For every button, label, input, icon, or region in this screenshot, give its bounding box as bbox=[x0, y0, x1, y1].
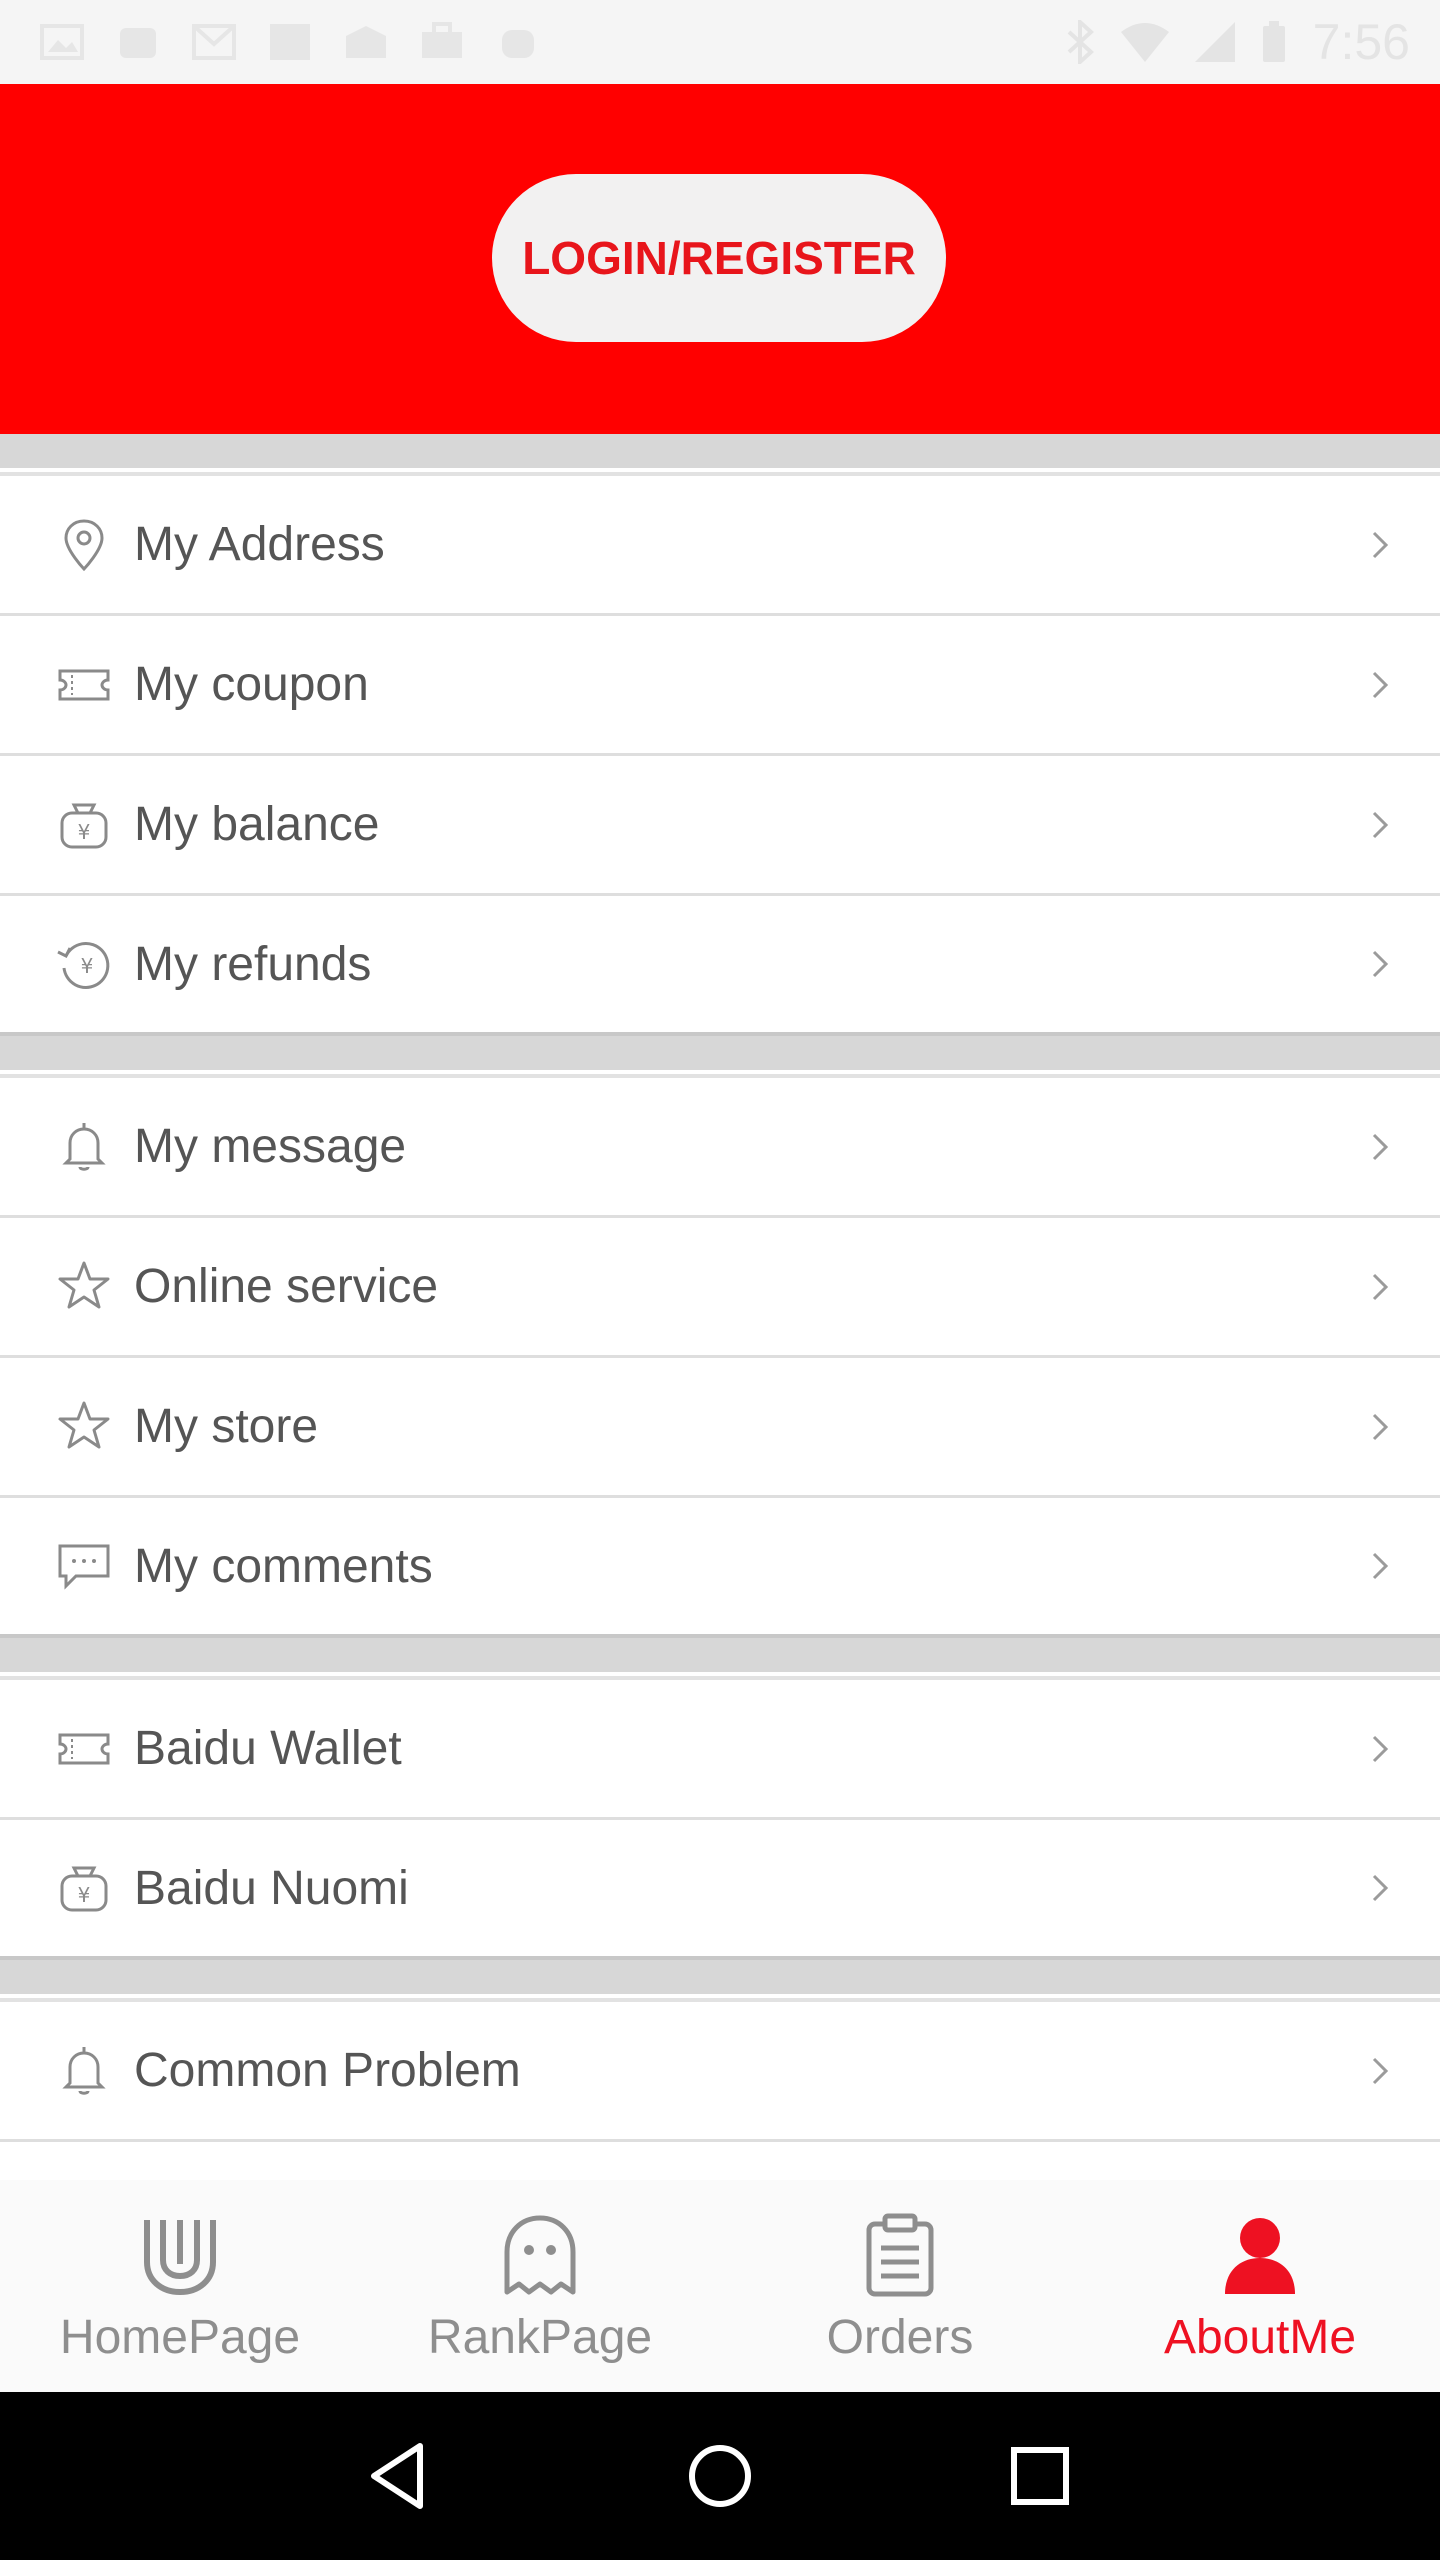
menu-item-baidu-nuomi[interactable]: ¥ Baidu Nuomi bbox=[0, 1820, 1440, 1960]
briefcase-icon bbox=[422, 22, 462, 58]
menu-item-my-balance[interactable]: ¥ My balance bbox=[0, 756, 1440, 896]
chevron-right-icon bbox=[1372, 2057, 1389, 2084]
ghost-icon bbox=[504, 2215, 576, 2295]
menu-item-label: My Address bbox=[134, 518, 385, 571]
menu-item-label: My message bbox=[134, 1120, 407, 1173]
home-u-icon bbox=[144, 2220, 216, 2296]
chevron-right-icon bbox=[1372, 811, 1389, 838]
section-divider bbox=[0, 1036, 1440, 1074]
signal-icon bbox=[1194, 22, 1235, 62]
mail-icon bbox=[192, 24, 236, 60]
bell-icon bbox=[62, 2046, 106, 2095]
menu-item-partial[interactable] bbox=[0, 2142, 1440, 2180]
menu-item-label: Baidu Wallet bbox=[134, 1722, 402, 1775]
login-register-button[interactable]: LOGIN/REGISTER bbox=[492, 174, 946, 342]
chevron-right-icon bbox=[1372, 671, 1389, 698]
ticket-icon bbox=[58, 1733, 110, 1764]
ticket-icon bbox=[58, 669, 110, 700]
tab-label: AboutMe bbox=[1163, 2311, 1357, 2364]
menu-item-my-message[interactable]: My message bbox=[0, 1078, 1440, 1218]
notification-icons bbox=[0, 22, 540, 62]
menu-item-label: My store bbox=[134, 1400, 319, 1453]
clipboard-icon bbox=[866, 2213, 934, 2297]
svg-text:¥: ¥ bbox=[81, 954, 94, 978]
svg-text:¥: ¥ bbox=[78, 1883, 91, 1907]
chevron-right-icon bbox=[1372, 1273, 1389, 1300]
wifi-icon bbox=[1120, 23, 1169, 62]
chevron-right-icon bbox=[1372, 531, 1389, 558]
menu-item-label: Common Problem bbox=[134, 2044, 521, 2097]
tab-label: Orders bbox=[826, 2311, 974, 2364]
menu-item-label: My comments bbox=[134, 1539, 433, 1593]
menu-item-label: Online service bbox=[134, 1260, 439, 1313]
home-icon[interactable] bbox=[680, 2436, 760, 2516]
menu-item-common-problem[interactable]: Common Problem bbox=[0, 2002, 1440, 2142]
menu-item-label: My refunds bbox=[134, 937, 372, 991]
tab-aboutme[interactable]: AboutMe bbox=[1080, 2180, 1440, 2392]
chevron-right-icon bbox=[1372, 1133, 1389, 1160]
menu-item-label: My coupon bbox=[134, 658, 369, 711]
back-icon[interactable] bbox=[360, 2436, 440, 2516]
menu-item-label: My balance bbox=[134, 798, 380, 851]
chevron-right-icon bbox=[1372, 1874, 1389, 1902]
inbox-icon bbox=[346, 26, 386, 58]
tab-orders[interactable]: Orders bbox=[720, 2180, 1080, 2392]
menu-item-my-store[interactable]: My store bbox=[0, 1358, 1440, 1498]
android-icon bbox=[120, 28, 156, 58]
menu-item-my-coupon[interactable]: My coupon bbox=[0, 616, 1440, 756]
bluetooth-icon bbox=[1067, 20, 1094, 64]
menu-item-my-refunds[interactable]: ¥ My refunds bbox=[0, 896, 1440, 1036]
tab-label: RankPage bbox=[427, 2311, 653, 2364]
money-bag-icon: ¥ bbox=[60, 1866, 108, 1912]
photo-icon bbox=[270, 24, 310, 60]
chevron-right-icon bbox=[1372, 1735, 1389, 1762]
location-pin-icon bbox=[64, 518, 104, 571]
section-divider bbox=[0, 434, 1440, 472]
svg-text:¥: ¥ bbox=[78, 820, 91, 844]
status-bar: 7:56 bbox=[0, 0, 1440, 84]
image-icon bbox=[40, 24, 84, 60]
refund-icon: ¥ bbox=[57, 942, 110, 989]
tab-label: HomePage bbox=[59, 2311, 301, 2364]
system-nav-bar bbox=[0, 2392, 1440, 2560]
clock: 7:56 bbox=[1312, 14, 1410, 70]
menu-item-label: Baidu Nuomi bbox=[134, 1861, 409, 1915]
recents-icon[interactable] bbox=[1000, 2436, 1080, 2516]
star-icon bbox=[58, 1261, 110, 1308]
section-divider bbox=[0, 1960, 1440, 1998]
person-icon bbox=[1225, 2218, 1295, 2294]
star-icon bbox=[58, 1401, 110, 1448]
menu-item-my-comments[interactable]: My comments bbox=[0, 1498, 1440, 1638]
bell-icon bbox=[62, 1122, 106, 1171]
tab-rankpage[interactable]: RankPage bbox=[360, 2180, 720, 2392]
chevron-right-icon bbox=[1372, 1413, 1389, 1440]
profile-header: LOGIN/REGISTER bbox=[0, 84, 1440, 434]
system-icons: 7:56 bbox=[1065, 13, 1440, 71]
chevron-right-icon bbox=[1372, 1552, 1389, 1580]
money-bag-icon: ¥ bbox=[60, 803, 108, 848]
section-divider bbox=[0, 1638, 1440, 1676]
tab-homepage[interactable]: HomePage bbox=[0, 2180, 360, 2392]
battery-icon bbox=[1262, 21, 1285, 62]
chevron-right-icon bbox=[1372, 950, 1389, 978]
menu-item-my-address[interactable]: My Address bbox=[0, 476, 1440, 616]
robot-icon bbox=[502, 30, 534, 58]
menu-item-online-service[interactable]: Online service bbox=[0, 1218, 1440, 1358]
menu-item-baidu-wallet[interactable]: Baidu Wallet bbox=[0, 1680, 1440, 1820]
settings-menu: My Address My coupon ¥ My balance ¥ My r… bbox=[0, 434, 1440, 2180]
bottom-tab-bar: HomePage RankPage Orders AboutMe bbox=[0, 2180, 1440, 2392]
comment-icon bbox=[58, 1544, 110, 1590]
